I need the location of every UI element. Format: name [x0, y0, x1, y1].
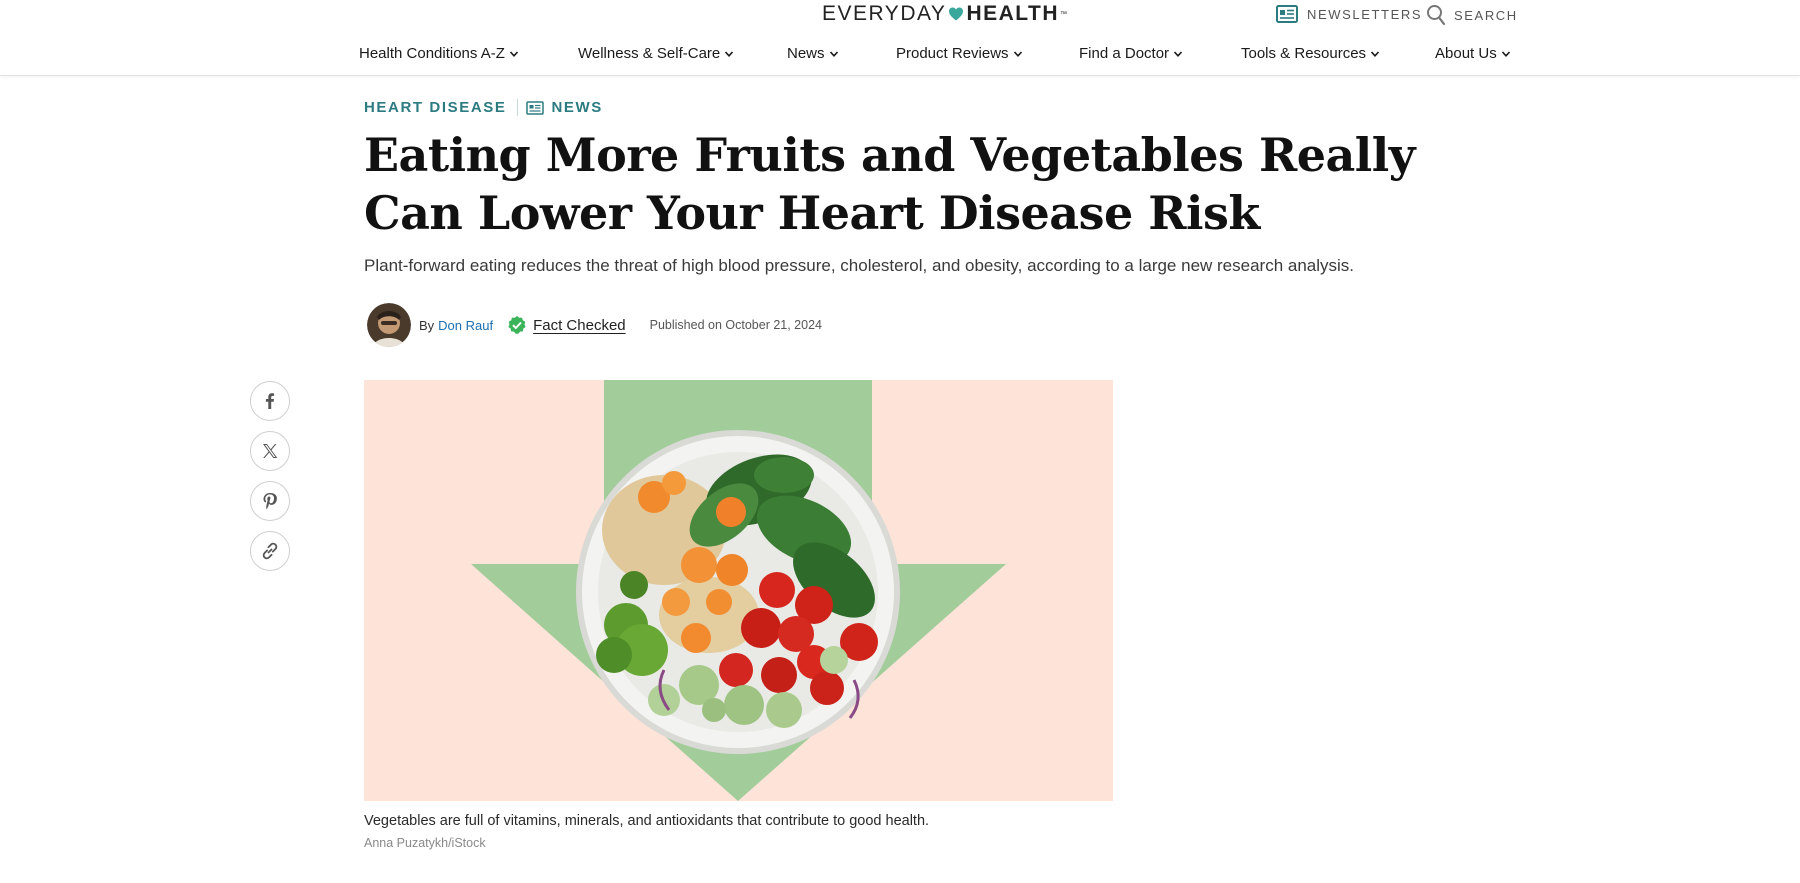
newsletters-link[interactable]: NEWSLETTERS	[1275, 4, 1422, 24]
copy-link-button[interactable]	[250, 531, 290, 571]
logo-trademark: ™	[1060, 10, 1068, 18]
nav-item-tools-resources[interactable]: Tools & Resources	[1241, 45, 1380, 62]
newspaper-icon	[525, 100, 544, 115]
chevron-down-icon	[1173, 50, 1183, 57]
logo-text-everyday: EVERYDAY	[822, 2, 947, 25]
site-logo[interactable]: EVERYDAY HEALTH ™	[822, 2, 1067, 26]
fact-check-icon	[508, 316, 526, 334]
facebook-icon	[265, 393, 275, 409]
nav-item-product-reviews[interactable]: Product Reviews	[896, 45, 1023, 62]
nav-item-label: News	[787, 45, 825, 62]
fact-checked-badge[interactable]: Fact Checked	[507, 315, 626, 335]
chevron-down-icon	[1370, 50, 1380, 57]
share-facebook-button[interactable]	[250, 381, 290, 421]
chevron-down-icon	[1013, 50, 1022, 57]
search-icon	[1427, 5, 1446, 26]
byline: By Don Rauf Fact Checked Published on Oc…	[367, 303, 822, 347]
chevron-down-icon	[509, 50, 518, 57]
search-button[interactable]: SEARCH	[1426, 4, 1518, 26]
nav-item-health-conditions[interactable]: Health Conditions A-Z	[359, 45, 519, 62]
hero-image	[364, 380, 1113, 801]
byline-prefix: By	[419, 317, 435, 333]
image-caption: Vegetables are full of vitamins, mineral…	[364, 813, 930, 829]
article-headline: Eating More Fruits and Vegetables Really…	[364, 128, 1415, 240]
image-credit: Anna Puzatykh/iStock	[364, 836, 486, 850]
nav-item-label: About Us	[1435, 45, 1497, 62]
chevron-down-icon	[829, 50, 838, 57]
nav-item-label: Wellness & Self-Care	[578, 45, 721, 62]
pinterest-icon	[263, 493, 277, 510]
eyebrow-divider	[516, 99, 518, 116]
nav-item-about-us[interactable]: About Us	[1435, 45, 1511, 62]
site-header: EVERYDAY HEALTH ™ NEWSLETTERS SEARCH Hea…	[0, 0, 1800, 76]
nav-item-wellness[interactable]: Wellness & Self-Care	[578, 45, 734, 62]
chevron-down-icon	[725, 50, 734, 57]
nav-item-find-a-doctor[interactable]: Find a Doctor	[1079, 45, 1183, 62]
newsletters-label: NEWSLETTERS	[1307, 6, 1423, 22]
nav-item-label: Product Reviews	[896, 45, 1009, 62]
hero-illustration	[364, 380, 1113, 801]
article-type-label: NEWS	[551, 99, 603, 116]
logo-text-health: HEALTH	[966, 2, 1060, 25]
share-pinterest-button[interactable]	[250, 481, 290, 521]
published-date: Published on October 21, 2024	[649, 318, 822, 332]
author-link[interactable]: Don Rauf	[438, 318, 493, 333]
main-nav: Health Conditions A-Z Wellness & Self-Ca…	[0, 45, 1800, 65]
chevron-down-icon	[1501, 50, 1510, 57]
article-dek: Plant-forward eating reduces the threat …	[364, 256, 1355, 275]
fact-checked-label: Fact Checked	[533, 316, 626, 334]
article-eyebrow: HEART DISEASE NEWS	[364, 99, 603, 116]
x-icon	[263, 444, 278, 458]
heart-icon	[949, 7, 964, 21]
category-link[interactable]: HEART DISEASE	[364, 99, 507, 116]
link-icon	[262, 542, 278, 560]
author-avatar[interactable]	[367, 303, 411, 347]
nav-item-news[interactable]: News	[787, 45, 839, 62]
author-avatar-image	[367, 303, 411, 347]
nav-item-label: Health Conditions A-Z	[359, 45, 505, 62]
share-x-button[interactable]	[250, 431, 290, 471]
nav-item-label: Tools & Resources	[1241, 45, 1367, 62]
nav-item-label: Find a Doctor	[1079, 45, 1170, 62]
newsletter-icon	[1276, 5, 1298, 23]
search-label: SEARCH	[1454, 7, 1518, 23]
